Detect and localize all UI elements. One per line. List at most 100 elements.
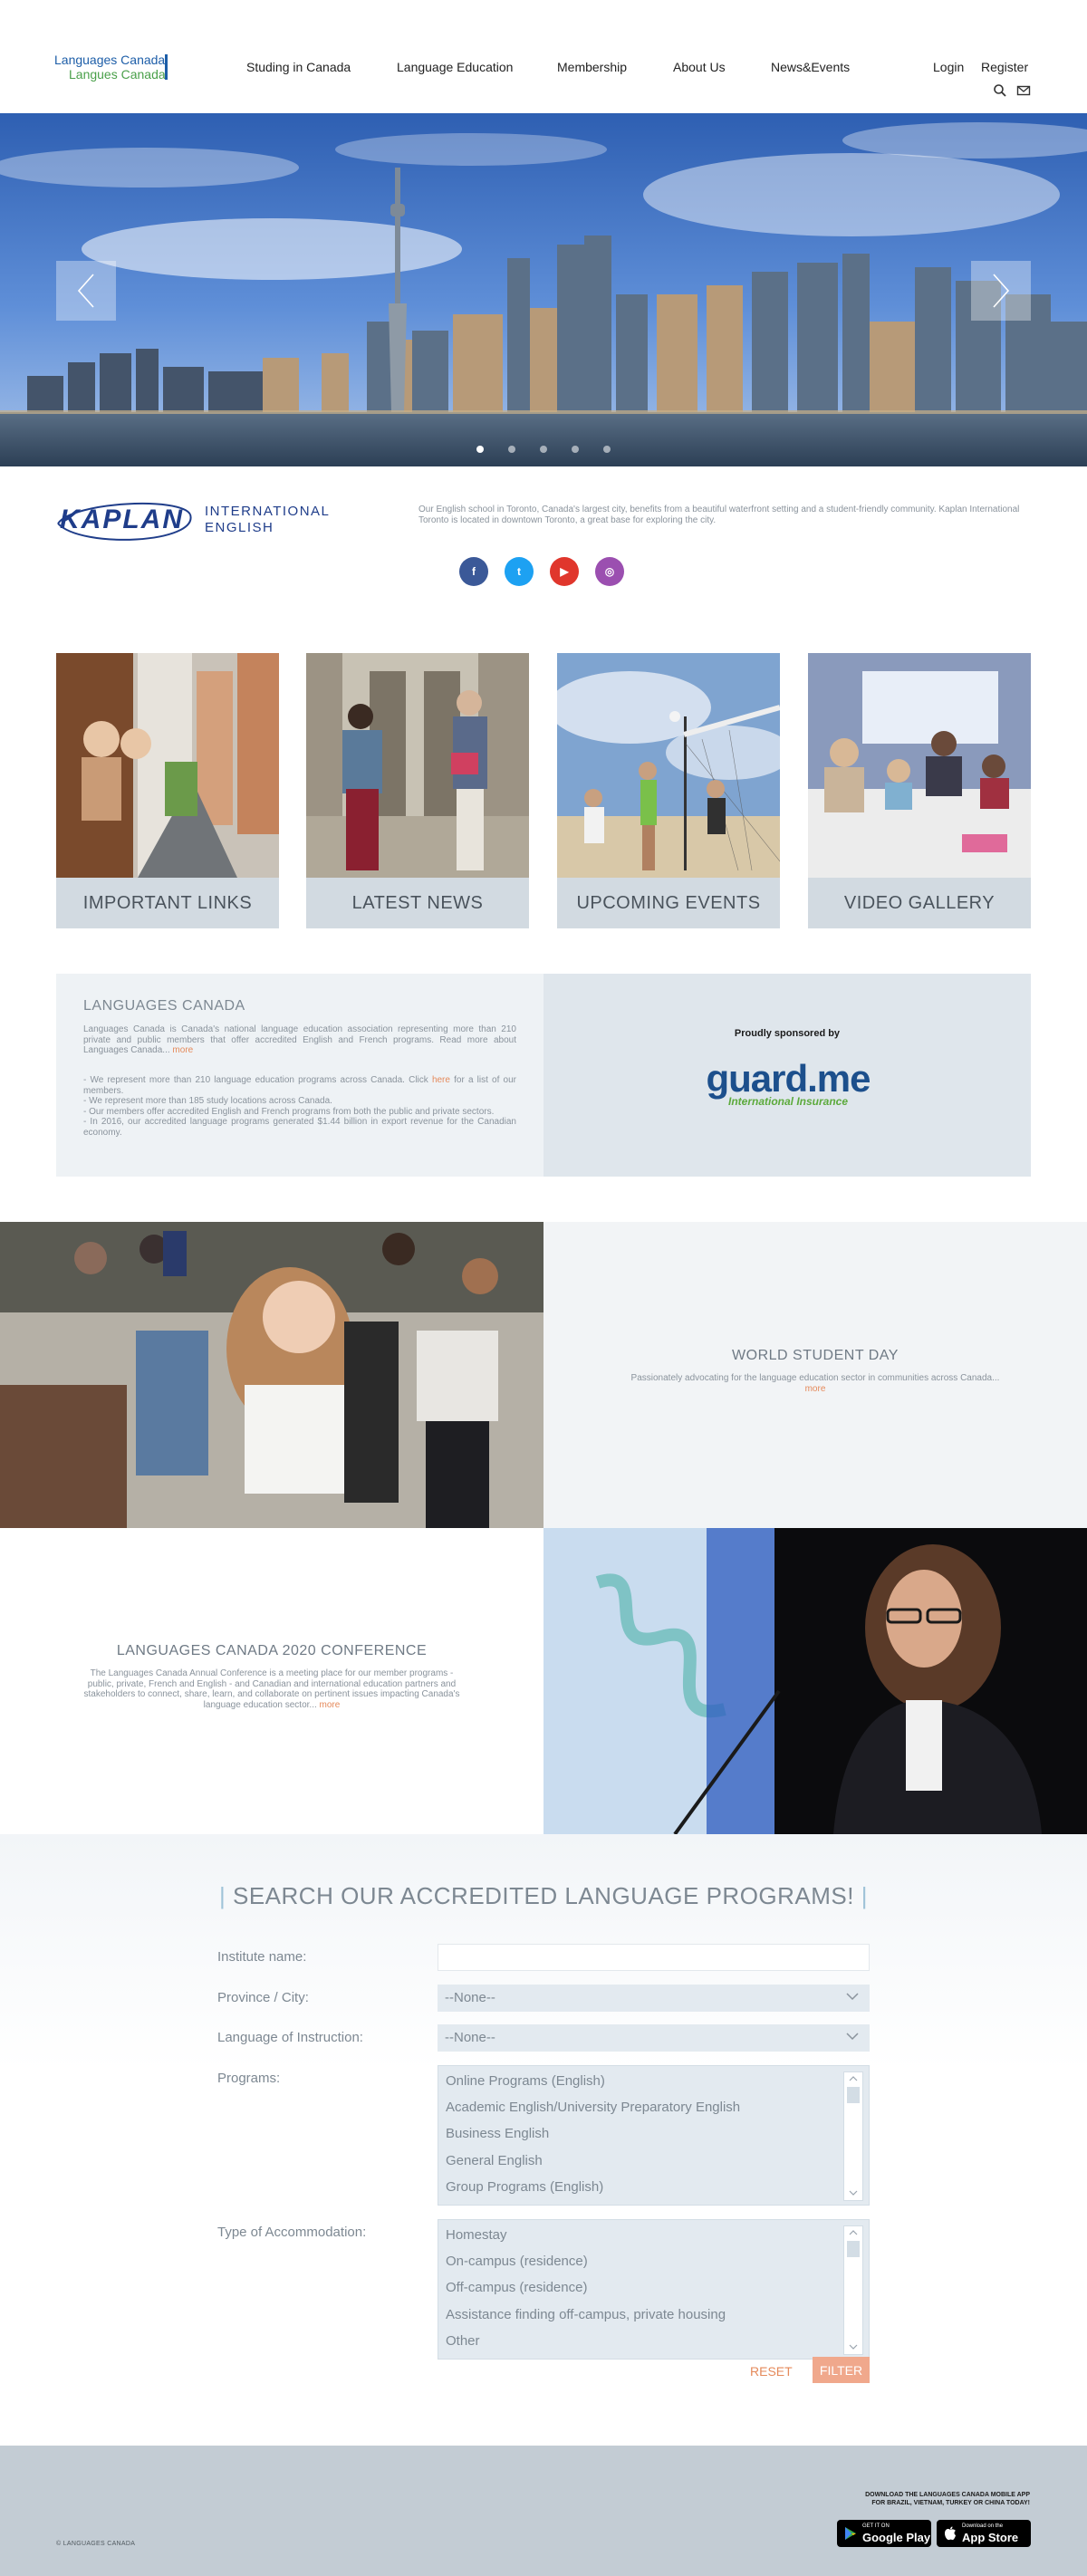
accommodation-scrollbar[interactable] bbox=[843, 2225, 863, 2355]
google-play-badge[interactable]: GET IT ON Google Play bbox=[837, 2520, 931, 2547]
instagram-icon[interactable]: ◎ bbox=[595, 557, 624, 586]
nav-language-education[interactable]: Language Education bbox=[397, 60, 513, 74]
tile-label: VIDEO GALLERY bbox=[843, 892, 996, 913]
tile-label: UPCOMING EVENTS bbox=[576, 892, 761, 913]
tile-label: LATEST NEWS bbox=[351, 892, 484, 913]
twitter-icon[interactable]: t bbox=[505, 557, 534, 586]
scroll-down-icon[interactable] bbox=[849, 2343, 858, 2350]
conference-title: LANGUAGES CANADA 2020 CONFERENCE bbox=[116, 1643, 428, 1658]
sponsor-panel: Proudly sponsored by guard.me Internatio… bbox=[544, 974, 1031, 1177]
wsd-more-link[interactable]: more bbox=[805, 1384, 826, 1394]
program-option[interactable]: Group Programs (English) bbox=[446, 2179, 603, 2195]
world-student-day-panel: WORLD STUDENT DAY Passionately advocatin… bbox=[544, 1222, 1087, 1528]
guard-me-logo[interactable]: guard.me International Insurance bbox=[697, 1057, 879, 1111]
filter-button[interactable]: FILTER bbox=[813, 2357, 870, 2383]
institute-name-input[interactable] bbox=[438, 1944, 870, 1971]
app-store-small: Download on the bbox=[962, 2523, 1004, 2529]
tile-latest-news[interactable]: LATEST NEWS bbox=[306, 653, 529, 928]
program-option[interactable]: Business English bbox=[446, 2126, 549, 2141]
language-selected-value: --None-- bbox=[445, 2030, 495, 2045]
conference-description: The Languages Canada Annual Conference i… bbox=[83, 1668, 460, 1710]
languages-canada-info: LANGUAGES CANADA Languages Canada is Can… bbox=[56, 974, 544, 1177]
chevron-down-icon bbox=[846, 1993, 859, 2001]
app-promo-line2: FOR BRAZIL, VIETNAM, TURKEY OR CHINA TOD… bbox=[871, 2500, 1030, 2506]
tile-video-gallery[interactable]: VIDEO GALLERY bbox=[808, 653, 1031, 928]
search-icon[interactable] bbox=[993, 83, 1007, 98]
conference-speaker-image bbox=[544, 1528, 1087, 1834]
scroll-up-icon[interactable] bbox=[849, 2229, 858, 2236]
nav-studying-in-canada[interactable]: Studing in Canada bbox=[246, 60, 351, 74]
province-city-select[interactable]: --None-- bbox=[438, 1985, 870, 2012]
toronto-skyline-image bbox=[0, 113, 1087, 466]
scrollbar-thumb[interactable] bbox=[847, 2087, 860, 2103]
google-play-small: GET IT ON bbox=[862, 2523, 890, 2529]
members-here-link[interactable]: here bbox=[432, 1075, 450, 1085]
conference-more-link[interactable]: more bbox=[320, 1700, 341, 1710]
reset-button[interactable]: RESET bbox=[750, 2364, 793, 2379]
program-option[interactable]: Online Programs (English) bbox=[446, 2073, 605, 2089]
bullet-text: - We represent more than 185 study locat… bbox=[83, 1096, 332, 1106]
facebook-icon[interactable]: f bbox=[459, 557, 488, 586]
chevron-left-icon bbox=[77, 274, 94, 308]
tile-label: IMPORTANT LINKS bbox=[82, 892, 253, 913]
tile-upcoming-events[interactable]: UPCOMING EVENTS bbox=[557, 653, 780, 928]
language-label: Language of Instruction: bbox=[217, 2030, 363, 2045]
slider-dot[interactable] bbox=[603, 446, 611, 453]
title-divider: | bbox=[219, 1882, 226, 1909]
title-divider: | bbox=[861, 1882, 868, 1909]
tile-image bbox=[56, 653, 279, 878]
guard-me-subtitle: International Insurance bbox=[727, 1095, 849, 1108]
nav-membership[interactable]: Membership bbox=[557, 60, 627, 74]
accommodation-option[interactable]: Off-campus (residence) bbox=[446, 2280, 587, 2295]
slider-dot[interactable] bbox=[572, 446, 579, 453]
chevron-down-icon bbox=[846, 2033, 859, 2041]
bullet-text: - We represent more than 210 language ed… bbox=[83, 1075, 432, 1085]
youtube-icon[interactable]: ▶ bbox=[550, 557, 579, 586]
conference-text: The Languages Canada Annual Conference i… bbox=[82, 1668, 462, 1710]
world-student-day-title: WORLD STUDENT DAY bbox=[732, 1348, 899, 1363]
scroll-up-icon[interactable] bbox=[849, 2075, 858, 2082]
scrollbar-thumb[interactable] bbox=[847, 2241, 860, 2257]
programs-scrollbar[interactable] bbox=[843, 2071, 863, 2201]
scroll-down-icon[interactable] bbox=[849, 2189, 858, 2196]
app-store-badge[interactable]: Download on the App Store bbox=[937, 2520, 1031, 2547]
language-of-instruction-select[interactable]: --None-- bbox=[438, 2024, 870, 2052]
tile-image bbox=[557, 653, 780, 878]
world-student-day-text: Passionately advocating for the language… bbox=[625, 1373, 1005, 1394]
mail-icon[interactable] bbox=[1016, 83, 1031, 98]
accommodation-option[interactable]: Homestay bbox=[446, 2227, 507, 2243]
apple-icon bbox=[945, 2526, 956, 2541]
slider-prev-button[interactable] bbox=[56, 261, 116, 321]
accommodation-option[interactable]: Other bbox=[446, 2333, 480, 2349]
slider-dot[interactable] bbox=[508, 446, 515, 453]
register-link[interactable]: Register bbox=[981, 60, 1028, 74]
nav-about-us[interactable]: About Us bbox=[673, 60, 726, 74]
program-option[interactable]: General English bbox=[446, 2153, 543, 2168]
slider-dot[interactable] bbox=[476, 446, 484, 453]
login-link[interactable]: Login bbox=[933, 60, 964, 74]
sponsor-label: Proudly sponsored by bbox=[734, 1028, 841, 1039]
site-footer: © LANGUAGES CANADA DOWNLOAD THE LANGUAGE… bbox=[0, 2446, 1087, 2576]
program-option[interactable]: Academic English/University Preparatory … bbox=[446, 2100, 740, 2115]
kaplan-logo[interactable]: KAPLAN INTERNATIONAL ENGLISH bbox=[54, 496, 344, 547]
accommodation-label: Type of Accommodation: bbox=[217, 2225, 367, 2240]
tile-important-links[interactable]: IMPORTANT LINKS bbox=[56, 653, 279, 928]
site-header: Languages Canada Langues Canada Studing … bbox=[0, 0, 1087, 113]
languages-canada-logo[interactable]: Languages Canada Langues Canada bbox=[54, 53, 177, 82]
kaplan-wordmark: KAPLAN bbox=[60, 505, 184, 534]
slider-dot[interactable] bbox=[540, 446, 547, 453]
guard-me-wordmark: guard.me bbox=[706, 1057, 871, 1100]
slider-dots bbox=[476, 446, 612, 455]
logo-line-english: Languages Canada bbox=[54, 53, 166, 67]
search-heading: SEARCH OUR ACCREDITED LANGUAGE PROGRAMS! bbox=[233, 1882, 854, 1909]
wsd-description: Passionately advocating for the language… bbox=[630, 1373, 1000, 1383]
nav-news-events[interactable]: News&Events bbox=[771, 60, 850, 74]
programs-listbox[interactable]: Online Programs (English) Academic Engli… bbox=[438, 2065, 870, 2206]
accommodation-listbox[interactable]: Homestay On-campus (residence) Off-campu… bbox=[438, 2219, 870, 2360]
slider-next-button[interactable] bbox=[971, 261, 1031, 321]
accommodation-option[interactable]: On-campus (residence) bbox=[446, 2254, 588, 2269]
kaplan-subtitle-line2: ENGLISH bbox=[205, 520, 274, 535]
languages-canada-title: LANGUAGES CANADA bbox=[83, 998, 245, 1014]
read-more-link[interactable]: more bbox=[172, 1045, 193, 1055]
accommodation-option[interactable]: Assistance finding off-campus, private h… bbox=[446, 2307, 726, 2322]
